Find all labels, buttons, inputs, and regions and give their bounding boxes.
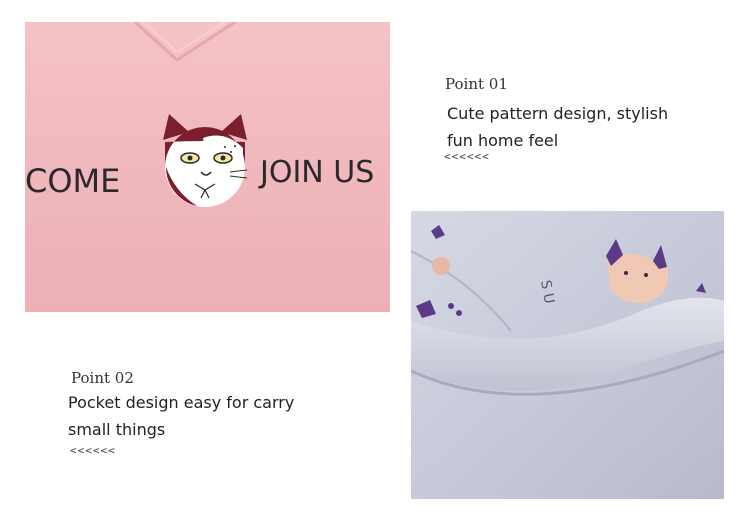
point-02-line-1: Pocket design easy for carry <box>68 393 295 412</box>
point-02-arrows: <<<<<< <box>70 444 116 457</box>
point-01-title: Point 01 <box>445 75 508 93</box>
cat-face-icon <box>163 114 248 207</box>
point-01-line-1: Cute pattern design, stylish <box>447 104 669 123</box>
print-word-join-us: JOIN US <box>258 155 374 190</box>
shirt-print-photo: COME JOIN US <box>25 22 390 312</box>
point-01-description: Cute pattern design, stylish fun home fe… <box>447 100 697 154</box>
pocket-detail-graphic: S U <box>411 211 724 499</box>
point-02-line-2: small things <box>68 420 166 439</box>
point-02-title: Point 02 <box>71 369 134 387</box>
shirt-print-graphic: COME JOIN US <box>25 22 390 312</box>
print-word-come: COME <box>25 162 120 200</box>
point-02-description: Pocket design easy for carry small thing… <box>68 389 328 443</box>
point-01-arrows: <<<<<< <box>444 150 490 163</box>
pocket-detail-photo: S U <box>411 211 724 499</box>
